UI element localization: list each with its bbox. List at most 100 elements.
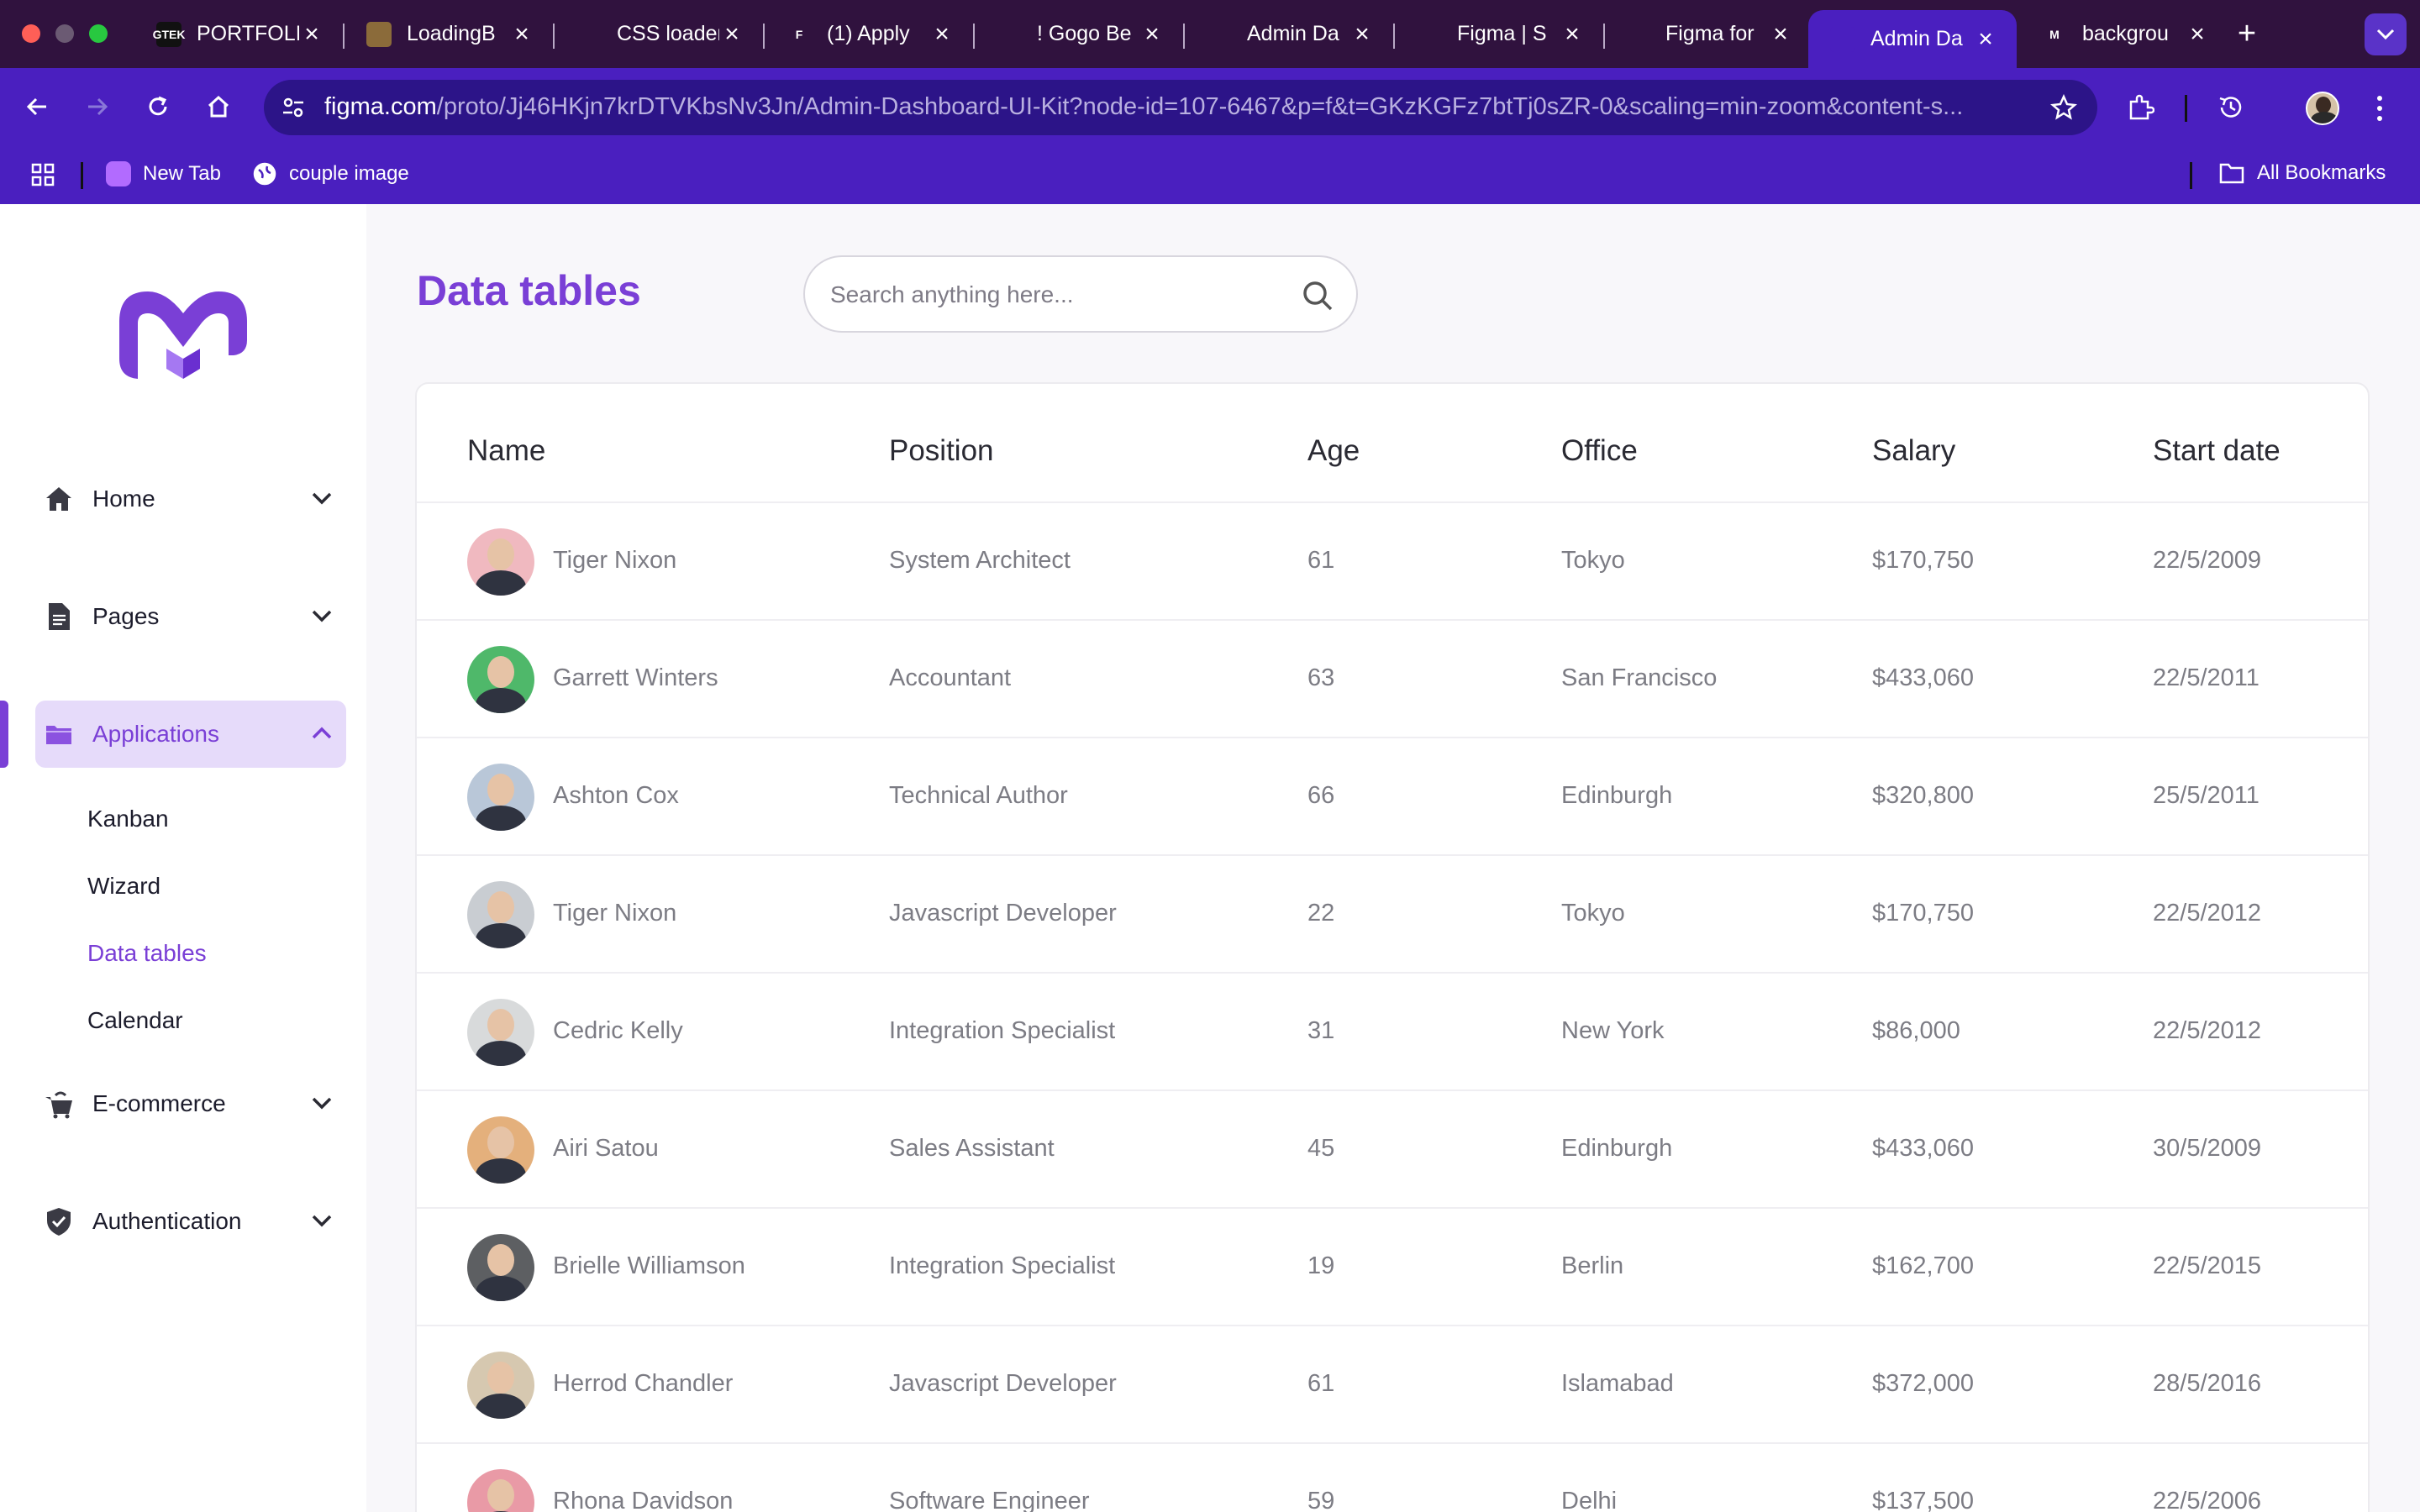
star-icon[interactable] bbox=[2050, 94, 2077, 121]
data-table: Name Position Age Office Salary Start da… bbox=[415, 382, 2370, 1512]
table-row[interactable]: Herrod Chandler Javascript Developer 61 Isl… bbox=[417, 1325, 2368, 1442]
column-header-office[interactable]: Office bbox=[1561, 434, 1638, 468]
cell-name: Garrett Winters bbox=[553, 664, 718, 691]
browser-tab[interactable]: GTEK PORTFOLIO× bbox=[134, 10, 343, 58]
browser-tab[interactable]: LoadingB × bbox=[345, 10, 553, 58]
tab-title: (1) Apply bbox=[827, 22, 910, 45]
sidebar-item-authentication[interactable]: Authentication bbox=[35, 1188, 346, 1255]
browser-tab[interactable]: Admin Da × bbox=[1808, 10, 2017, 68]
document-icon bbox=[49, 603, 70, 630]
bookmark-label: New Tab bbox=[143, 162, 221, 185]
brand-logo[interactable] bbox=[116, 288, 250, 382]
tab-favicon-icon bbox=[1207, 21, 1232, 47]
chevron-down-icon bbox=[312, 1215, 332, 1227]
table-row[interactable]: Tiger Nixon System Architect 61 Tokyo $170,7… bbox=[417, 501, 2368, 619]
all-bookmarks-button[interactable]: All Bookmarks bbox=[2218, 161, 2386, 185]
subitem-wizard[interactable]: Wizard bbox=[87, 873, 160, 900]
close-icon[interactable]: × bbox=[1768, 20, 1793, 49]
column-header-name[interactable]: Name bbox=[467, 434, 545, 468]
table-row[interactable]: Tiger Nixon Javascript Developer 22 Tokyo $1… bbox=[417, 854, 2368, 972]
zoom-window-button[interactable] bbox=[89, 24, 108, 43]
globe-icon bbox=[253, 162, 276, 186]
cell-position: System Architect bbox=[889, 547, 1071, 574]
browser-tab[interactable]: Admin Da × bbox=[1185, 10, 1393, 58]
browser-tab[interactable]: CSS loader × bbox=[555, 10, 763, 58]
reload-icon bbox=[149, 96, 167, 116]
column-header-age[interactable]: Age bbox=[1307, 434, 1360, 468]
chevron-down-icon bbox=[2376, 29, 2395, 40]
cell-salary: $86,000 bbox=[1872, 1017, 1960, 1044]
active-indicator bbox=[0, 701, 8, 768]
cart-icon bbox=[45, 1091, 72, 1119]
close-icon[interactable]: × bbox=[1973, 25, 1998, 54]
avatar bbox=[467, 881, 534, 948]
close-window-button[interactable] bbox=[22, 24, 40, 43]
cell-start: 30/5/2009 bbox=[2153, 1135, 2262, 1162]
sidebar-item-applications[interactable]: Applications bbox=[35, 701, 346, 768]
sidebar-item-home[interactable]: Home bbox=[35, 465, 346, 533]
tab-favicon-icon bbox=[1417, 21, 1442, 47]
table-row[interactable]: Airi Satou Sales Assistant 45 Edinburgh $433… bbox=[417, 1089, 2368, 1207]
browser-tab[interactable]: Figma for × bbox=[1603, 10, 1812, 58]
reload-button[interactable] bbox=[138, 87, 178, 127]
profile-avatar[interactable] bbox=[2306, 92, 2339, 125]
tab-favicon-icon bbox=[576, 21, 602, 47]
browser-tab[interactable]: Mbackgrou × bbox=[2020, 10, 2228, 58]
forward-button[interactable] bbox=[77, 87, 118, 127]
bookmark-couple-image[interactable]: couple image bbox=[252, 161, 409, 186]
table-row[interactable]: Ashton Cox Technical Author 66 Edinburgh $32… bbox=[417, 737, 2368, 854]
close-icon[interactable]: × bbox=[1349, 20, 1375, 49]
new-tab-button[interactable]: + bbox=[2230, 18, 2264, 52]
table-row[interactable]: Cedric Kelly Integration Specialist 31 New … bbox=[417, 972, 2368, 1089]
table-row[interactable]: Garrett Winters Accountant 63 San Francisco… bbox=[417, 619, 2368, 737]
cell-salary: $433,060 bbox=[1872, 1135, 1974, 1162]
search-icon[interactable] bbox=[1301, 279, 1334, 312]
menu-icon[interactable] bbox=[2371, 93, 2388, 123]
browser-tab[interactable]: Figma | S × bbox=[1395, 10, 1603, 58]
table-row[interactable]: Brielle Williamson Integration Specialist… bbox=[417, 1207, 2368, 1325]
close-icon[interactable]: × bbox=[2185, 20, 2210, 49]
sidebar-item-pages[interactable]: Pages bbox=[35, 583, 346, 650]
close-icon[interactable]: × bbox=[929, 20, 955, 49]
table-row[interactable]: Rhona Davidson Software Engineer 59 Delhi $1… bbox=[417, 1442, 2368, 1512]
arrow-right-icon bbox=[88, 97, 108, 116]
search-box[interactable] bbox=[803, 255, 1358, 333]
tab-title: Figma | S bbox=[1457, 22, 1547, 45]
subitem-data-tables[interactable]: Data tables bbox=[87, 940, 207, 967]
address-bar[interactable]: figma.com/proto/Jj46HKjn7krDTVKbsNv3Jn/A… bbox=[264, 80, 2097, 135]
apps-grid-icon[interactable] bbox=[30, 162, 55, 187]
logo-m-icon bbox=[119, 291, 247, 379]
column-header-start-date[interactable]: Start date bbox=[2153, 434, 2281, 468]
home-button[interactable] bbox=[198, 87, 239, 127]
cell-salary: $170,750 bbox=[1872, 900, 1974, 927]
subitem-kanban[interactable]: Kanban bbox=[87, 806, 169, 832]
close-icon[interactable]: × bbox=[1139, 20, 1165, 49]
close-icon[interactable]: × bbox=[509, 20, 534, 49]
column-header-salary[interactable]: Salary bbox=[1872, 434, 1955, 468]
avatar bbox=[467, 1352, 534, 1419]
sidebar-item-ecommerce[interactable]: E-commerce bbox=[35, 1070, 346, 1137]
subitem-calendar[interactable]: Calendar bbox=[87, 1007, 183, 1034]
minimize-window-button[interactable] bbox=[55, 24, 74, 43]
close-icon[interactable]: × bbox=[1560, 20, 1585, 49]
cell-start: 25/5/2011 bbox=[2153, 782, 2260, 809]
cell-start: 28/5/2016 bbox=[2153, 1370, 2262, 1397]
cell-name: Brielle Williamson bbox=[553, 1252, 745, 1279]
column-header-position[interactable]: Position bbox=[889, 434, 994, 468]
page-content: Home Pages Applications Kanban Wizard Da… bbox=[0, 204, 2420, 1512]
history-icon[interactable] bbox=[2217, 93, 2245, 122]
extensions-icon[interactable] bbox=[2126, 93, 2154, 122]
browser-tab[interactable]: ! Gogo Be × bbox=[975, 10, 1183, 58]
bookmarks-divider bbox=[2190, 162, 2192, 189]
cell-name: Ashton Cox bbox=[553, 782, 679, 809]
url-text[interactable]: figma.com/proto/Jj46HKjn7krDTVKbsNv3Jn/A… bbox=[324, 93, 2030, 121]
close-icon[interactable]: × bbox=[719, 20, 744, 49]
close-icon[interactable]: × bbox=[299, 20, 324, 49]
browser-tab[interactable]: F (1) Apply × bbox=[765, 10, 973, 58]
search-input[interactable] bbox=[830, 276, 1284, 314]
cell-salary: $372,000 bbox=[1872, 1370, 1974, 1397]
tab-search-button[interactable] bbox=[2365, 13, 2407, 55]
back-button[interactable] bbox=[17, 87, 57, 127]
bookmark-new-tab[interactable]: New Tab bbox=[106, 161, 221, 186]
avatar bbox=[467, 646, 534, 713]
